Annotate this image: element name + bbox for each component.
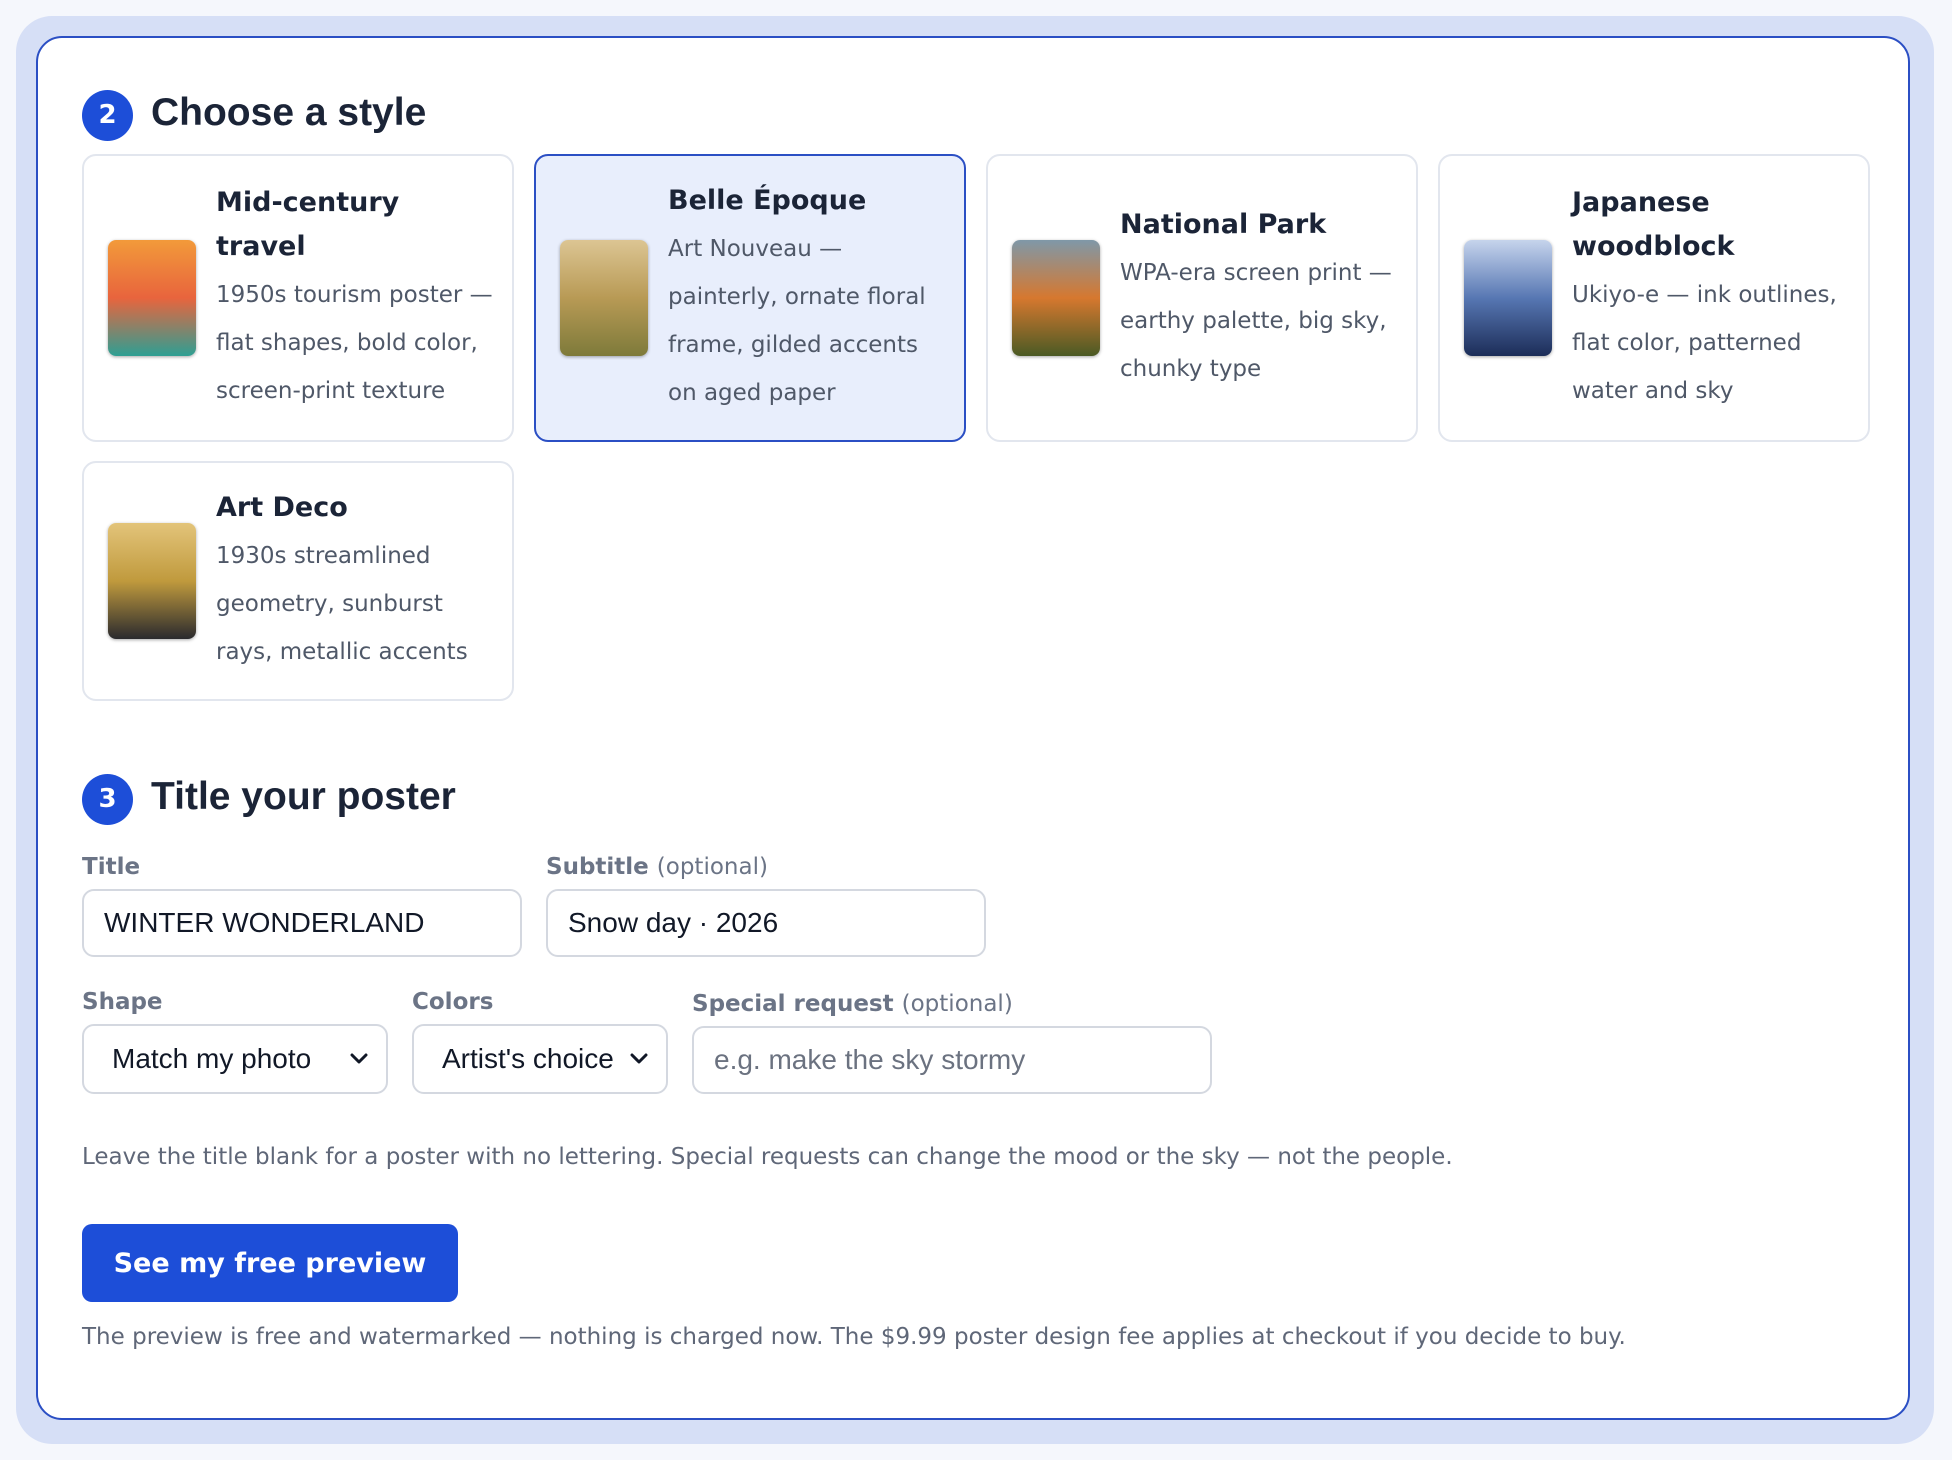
optional-tag: (optional) [656,854,768,880]
style-swatch [560,240,648,356]
title-input[interactable] [82,889,522,957]
style-card-belle-epoque[interactable]: Belle Époque Art Nouveau — painterly, or… [534,154,966,442]
form-hint: Leave the title blank for a poster with … [82,1144,1453,1170]
style-description: Art Nouveau — painterly, ornate floral f… [668,236,926,406]
step-title: Choose a style [151,91,427,134]
style-description: WPA-era screen print — earthy palette, b… [1120,260,1392,382]
style-card-text: Mid-century travel 1950s tourism poster … [216,181,512,415]
colors-select[interactable]: Artist's choice [412,1024,668,1094]
chevron-down-icon [348,1048,370,1070]
style-name: Art Deco [216,492,348,523]
see-free-preview-button[interactable]: See my free preview [82,1224,458,1302]
title-label: Title [82,854,141,880]
style-name: Belle Époque [668,185,867,216]
step-title-header: 3 Title your poster [82,769,456,825]
style-description: 1950s tourism poster — flat shapes, bold… [216,282,493,404]
colors-label: Colors [412,989,494,1015]
subtitle-label: Subtitle (optional) [546,854,768,880]
style-name: Japanese woodblock [1572,187,1735,262]
poster-form-panel: 2 Choose a style Mid-century travel 1950… [36,36,1910,1420]
style-swatch [108,523,196,639]
step-style-header: 2 Choose a style [82,85,426,141]
style-name: Mid-century travel [216,187,400,262]
style-card-national-park[interactable]: National Park WPA-era screen print — ear… [986,154,1418,442]
style-description: Ukiyo-e — ink outlines, flat color, patt… [1572,282,1837,404]
preview-note: The preview is free and watermarked — no… [82,1324,1626,1350]
style-name: National Park [1120,209,1327,240]
subtitle-input[interactable] [546,889,986,957]
style-swatch [1012,240,1100,356]
special-request-label: Special request (optional) [692,991,1013,1017]
step-number-badge: 3 [82,773,133,825]
style-card-art-deco[interactable]: Art Deco 1930s streamlined geometry, sun… [82,461,514,701]
chevron-down-icon [628,1048,650,1070]
style-card-mid-century-travel[interactable]: Mid-century travel 1950s tourism poster … [82,154,514,442]
style-card-text: Art Deco 1930s streamlined geometry, sun… [216,486,512,676]
style-swatch [1464,240,1552,356]
step-title: Title your poster [151,775,456,818]
style-card-japanese-woodblock[interactable]: Japanese woodblock Ukiyo-e — ink outline… [1438,154,1870,442]
shape-label: Shape [82,989,163,1015]
special-request-input[interactable] [692,1026,1212,1094]
special-request-label-text: Special request [692,991,894,1017]
style-card-text: Japanese woodblock Ukiyo-e — ink outline… [1572,181,1868,415]
style-description: 1930s streamlined geometry, sunburst ray… [216,543,468,665]
shape-select[interactable]: Match my photo [82,1024,388,1094]
style-card-text: Belle Époque Art Nouveau — painterly, or… [668,179,964,417]
style-swatch [108,240,196,356]
colors-select-value: Artist's choice [442,1043,614,1074]
style-card-text: National Park WPA-era screen print — ear… [1120,203,1416,393]
step-number-badge: 2 [82,89,133,141]
optional-tag: (optional) [901,991,1013,1017]
shape-select-value: Match my photo [112,1043,312,1074]
outer-frame: 2 Choose a style Mid-century travel 1950… [16,16,1934,1444]
subtitle-label-text: Subtitle [546,854,649,880]
